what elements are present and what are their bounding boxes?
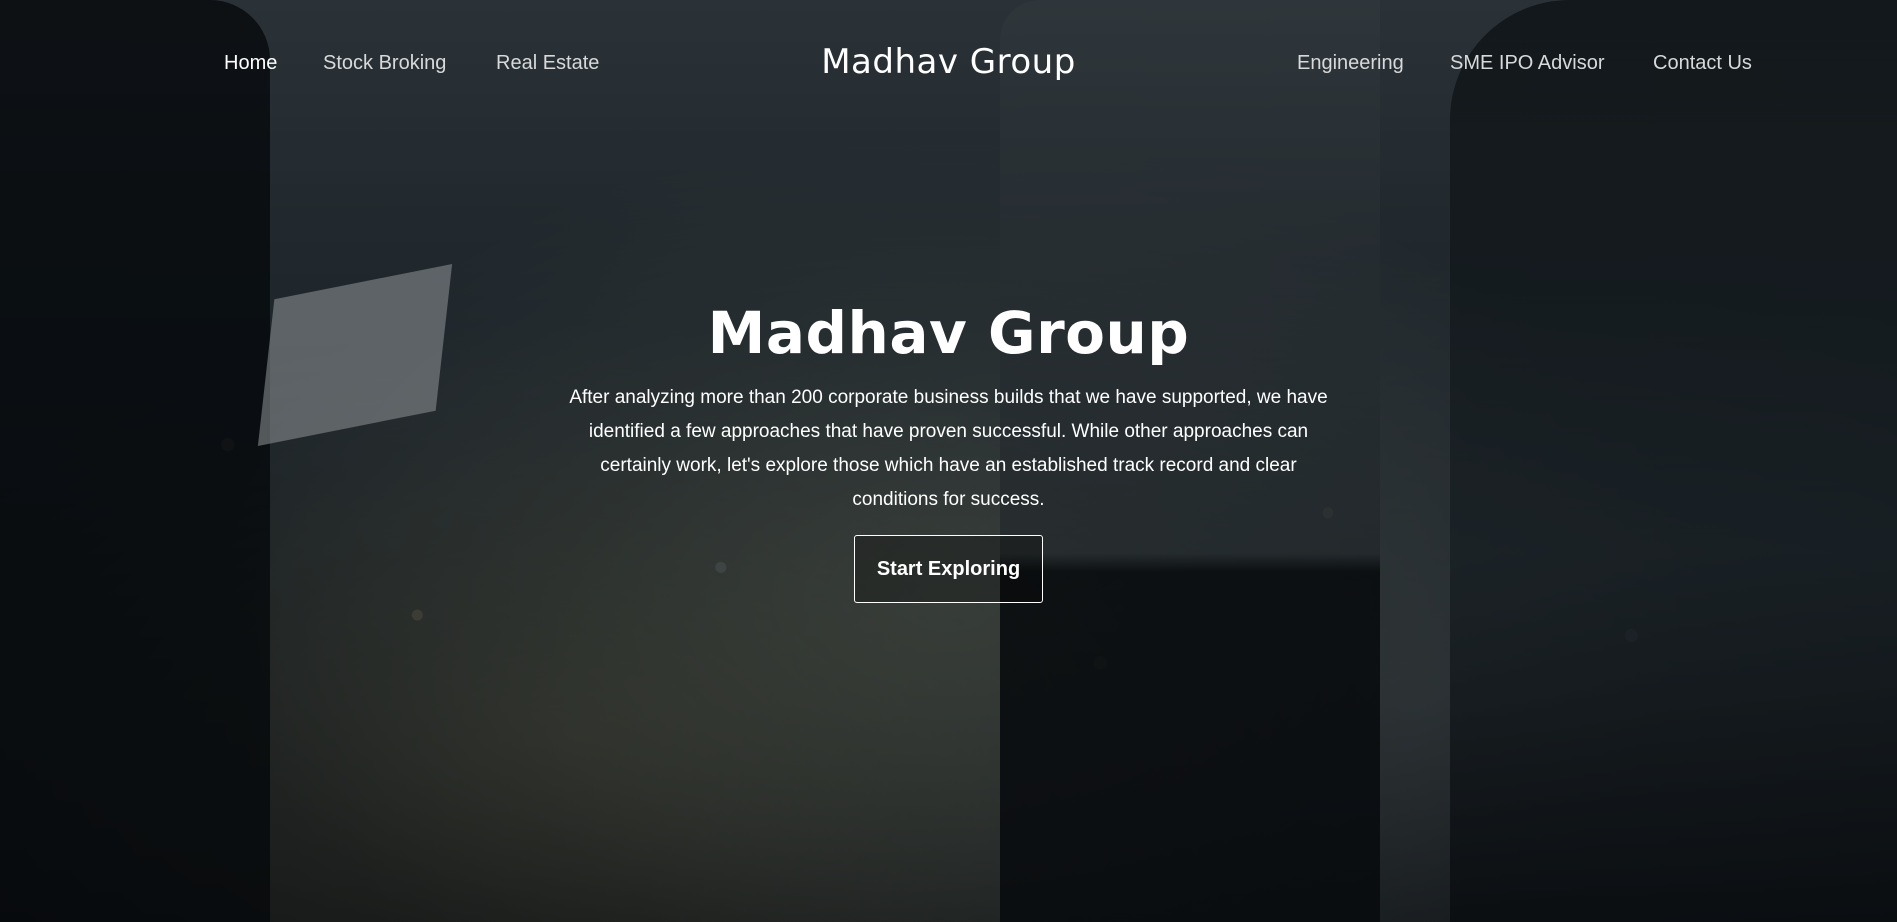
hero-description: After analyzing more than 200 corporate … — [569, 387, 1328, 510]
nav-link-engineering[interactable]: Engineering — [1297, 50, 1404, 76]
nav-link-home[interactable]: Home — [224, 50, 277, 76]
nav-link-stock-broking[interactable]: Stock Broking — [323, 50, 446, 76]
hero-title: Madhav Group — [707, 299, 1190, 367]
start-exploring-button[interactable]: Start Exploring — [854, 535, 1043, 603]
brand-logo-container: Madhav Group — [0, 40, 1897, 84]
brand-logo-text[interactable]: Madhav Group — [821, 42, 1076, 82]
hero-section: Home Stock Broking Real Estate Madhav Gr… — [0, 0, 1897, 922]
nav-link-sme-ipo-advisor[interactable]: SME IPO Advisor — [1450, 50, 1605, 76]
main-navigation: Home Stock Broking Real Estate Madhav Gr… — [0, 0, 1897, 126]
nav-link-real-estate[interactable]: Real Estate — [496, 50, 599, 76]
nav-link-contact-us[interactable]: Contact Us — [1653, 50, 1752, 76]
